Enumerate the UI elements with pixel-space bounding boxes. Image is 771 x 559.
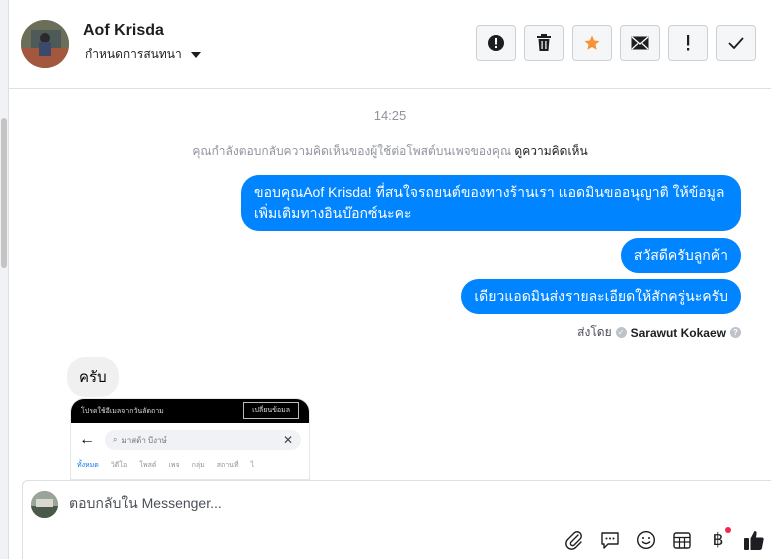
left-scrollbar[interactable] (0, 0, 9, 559)
follow-up-button[interactable] (668, 25, 708, 61)
attachment-top-button: เปลี่ยนข้อมล (243, 402, 299, 419)
conversation-header: Aof Krisda กำหนดการสนทนา (9, 0, 771, 89)
close-icon: ✕ (282, 433, 293, 447)
attachment-search-box: ⌕ มาสด้า บีงาษ์ ✕ (105, 430, 301, 450)
attach-button[interactable] (563, 529, 585, 551)
composer-tools: ฿ (563, 527, 765, 551)
user-name[interactable]: Aof Krisda (83, 22, 164, 40)
checkmark-icon (728, 37, 744, 49)
star-icon (584, 35, 600, 50)
message-composer: ฿ (22, 480, 771, 559)
like-button[interactable] (743, 529, 765, 551)
image-attachment[interactable]: โปรดใช้อีเมลจากวันลัดถาม เปลี่ยนข้อมล ← … (70, 398, 310, 480)
payment-icon: ฿ (712, 530, 724, 549)
attachment-search-row: ← ⌕ มาสด้า บีงาษ์ ✕ (79, 430, 301, 450)
scrollbar-thumb[interactable] (1, 118, 7, 268)
envelope-icon (631, 36, 649, 50)
attachment-search-text: มาสด้า บีงาษ์ (121, 435, 167, 445)
sent-by-label: ส่งโดย (577, 325, 612, 339)
trash-icon (537, 34, 551, 51)
alert-circle-icon (488, 35, 504, 51)
mark-spam-button[interactable] (476, 25, 516, 61)
attachment-top-text: โปรดใช้อีเมลจากวันลัดถาม (81, 408, 164, 415)
notice-text: คุณกำลังตอบกลับความคิดเห็นของผู้ใช้ต่อโพ… (192, 144, 512, 158)
view-comment-link[interactable]: ดูความคิดเห็น (514, 144, 587, 158)
check-circle-icon: ✓ (615, 327, 627, 338)
avatar[interactable] (21, 20, 69, 68)
search-icon: ⌕ (113, 435, 118, 444)
attachment-topbar: โปรดใช้อีเมลจากวันลัดถาม เปลี่ยนข้อมล (71, 399, 309, 423)
caret-down-icon (190, 51, 201, 58)
attachment-tab: เพจ (168, 462, 180, 469)
star-button[interactable] (572, 25, 612, 61)
message-thread[interactable]: 14:25 คุณกำลังตอบกลับความคิดเห็นของผู้ใช… (9, 90, 771, 480)
attachment-tab: โพสต์ (139, 462, 157, 469)
payment-button[interactable]: ฿ (707, 527, 731, 551)
sent-by-agent[interactable]: Sarawut Kokaew (631, 326, 726, 340)
exclamation-icon (687, 35, 690, 51)
mark-done-button[interactable] (716, 25, 756, 61)
emoji-icon (636, 530, 656, 550)
mark-unread-button[interactable] (620, 25, 660, 61)
incoming-message[interactable]: ครับ (67, 357, 119, 397)
attachment-tab: สถานที่ (216, 462, 239, 469)
reply-context-notice: คุณกำลังตอบกลับความคิดเห็นของผู้ใช้ต่อโพ… (9, 142, 771, 161)
saved-replies-button[interactable] (599, 529, 621, 551)
back-arrow-icon: ← (79, 431, 95, 448)
delete-button[interactable] (524, 25, 564, 61)
attachment-tabs: ทั้งหมด วิดีโอ โพสต์ เพจ กลุ่ม สถานที่ ไ (77, 460, 254, 471)
reply-input[interactable] (69, 495, 669, 511)
emoji-button[interactable] (635, 529, 657, 551)
header-actions (476, 25, 756, 61)
message-timestamp: 14:25 (373, 108, 407, 123)
help-icon[interactable]: ? (730, 327, 741, 338)
page-avatar (31, 491, 58, 518)
attachment-tab: กลุ่ม (191, 462, 205, 469)
attachment-tab: ไ (250, 462, 255, 469)
appointment-icon (673, 532, 691, 549)
outgoing-message[interactable]: เดียวแอดมินส่งรายละเอียดให้สักครู่นะครับ (461, 279, 741, 314)
appointment-button[interactable] (671, 529, 693, 551)
paperclip-icon (565, 531, 582, 550)
notification-dot (725, 527, 731, 533)
assign-conversation-dropdown[interactable]: กำหนดการสนทนา (85, 45, 201, 64)
outgoing-message[interactable]: สวัสดีครับลูกค้า (620, 238, 741, 273)
outgoing-message[interactable]: ขอบคุณAof Krisda! ที่สนใจรถยนต์ของทางร้า… (241, 175, 741, 231)
attachment-tab: ทั้งหมด (77, 462, 99, 469)
saved-reply-icon (601, 532, 619, 549)
attachment-tab: วิดีโอ (110, 462, 128, 469)
assign-label: กำหนดการสนทนา (85, 47, 182, 61)
like-icon (744, 531, 764, 550)
sent-by-info: ส่งโดย ✓ Sarawut Kokaew ? (577, 323, 741, 342)
